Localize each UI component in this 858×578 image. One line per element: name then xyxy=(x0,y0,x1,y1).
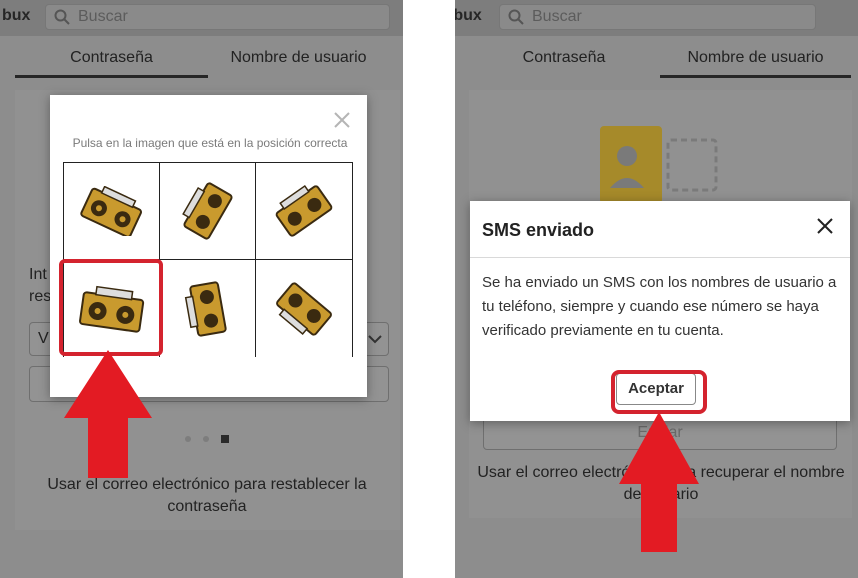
captcha-tile[interactable] xyxy=(256,163,352,260)
arrow-up-icon xyxy=(64,350,152,478)
boombox-icon xyxy=(79,186,142,236)
accept-button-highlight xyxy=(611,370,707,414)
page-dot-active[interactable] xyxy=(221,435,229,443)
page-dot[interactable] xyxy=(203,436,209,442)
instructions-text-2: res xyxy=(29,288,52,305)
chevron-down-icon xyxy=(368,335,382,344)
tab-username[interactable]: Nombre de usuario xyxy=(660,42,851,78)
search-placeholder: Buscar xyxy=(78,8,128,25)
dialog-title: SMS enviado xyxy=(482,220,595,240)
tab-password[interactable]: Contraseña xyxy=(15,42,208,78)
tab-password[interactable]: Contraseña xyxy=(469,42,659,78)
email-reset-link[interactable]: Usar el correo electrónico para restable… xyxy=(21,474,393,518)
captcha-tile[interactable] xyxy=(256,260,352,357)
search-icon xyxy=(508,9,524,25)
search-box[interactable]: Buscar xyxy=(45,4,390,30)
search-placeholder: Buscar xyxy=(532,8,582,25)
page-dot[interactable] xyxy=(185,436,191,442)
top-bar: bux Buscar xyxy=(0,0,403,36)
boombox-icon xyxy=(184,280,227,337)
captcha-instruction: Pulsa en la imagen que está en la posici… xyxy=(72,136,348,150)
dialog-message: Se ha enviado un SMS con los nombres de … xyxy=(482,274,837,339)
captcha-tile[interactable] xyxy=(160,260,256,357)
selected-tile-highlight xyxy=(59,259,163,356)
tab-bar: Contraseña Nombre de usuario xyxy=(15,42,387,78)
captcha-tile[interactable] xyxy=(160,163,256,260)
top-bar: Robux Buscar xyxy=(455,0,858,36)
captcha-tile[interactable] xyxy=(64,163,160,260)
method-select-value: V xyxy=(38,330,49,347)
brand-text: Robux xyxy=(455,7,482,24)
right-screen: Robux Buscar Contraseña Nombre de usuari… xyxy=(455,0,858,578)
instructions-text-1: Int xyxy=(29,266,47,283)
boombox-icon xyxy=(276,281,332,336)
search-box[interactable]: Buscar xyxy=(499,4,816,30)
left-screen: bux Buscar Contraseña Nombre de usuario … xyxy=(0,0,403,578)
brand-text: bux xyxy=(2,7,31,24)
captcha-page-dots xyxy=(183,434,243,444)
boombox-icon xyxy=(181,182,233,240)
id-card-icon xyxy=(600,126,718,204)
close-icon[interactable] xyxy=(816,217,834,235)
tab-username[interactable]: Nombre de usuario xyxy=(210,42,387,78)
tab-bar: Contraseña Nombre de usuario xyxy=(469,42,851,78)
divider xyxy=(403,0,455,578)
search-icon xyxy=(54,9,70,25)
boombox-icon xyxy=(275,184,333,237)
arrow-up-icon xyxy=(619,412,699,552)
close-icon[interactable] xyxy=(333,111,351,129)
dialog-divider xyxy=(470,257,850,258)
